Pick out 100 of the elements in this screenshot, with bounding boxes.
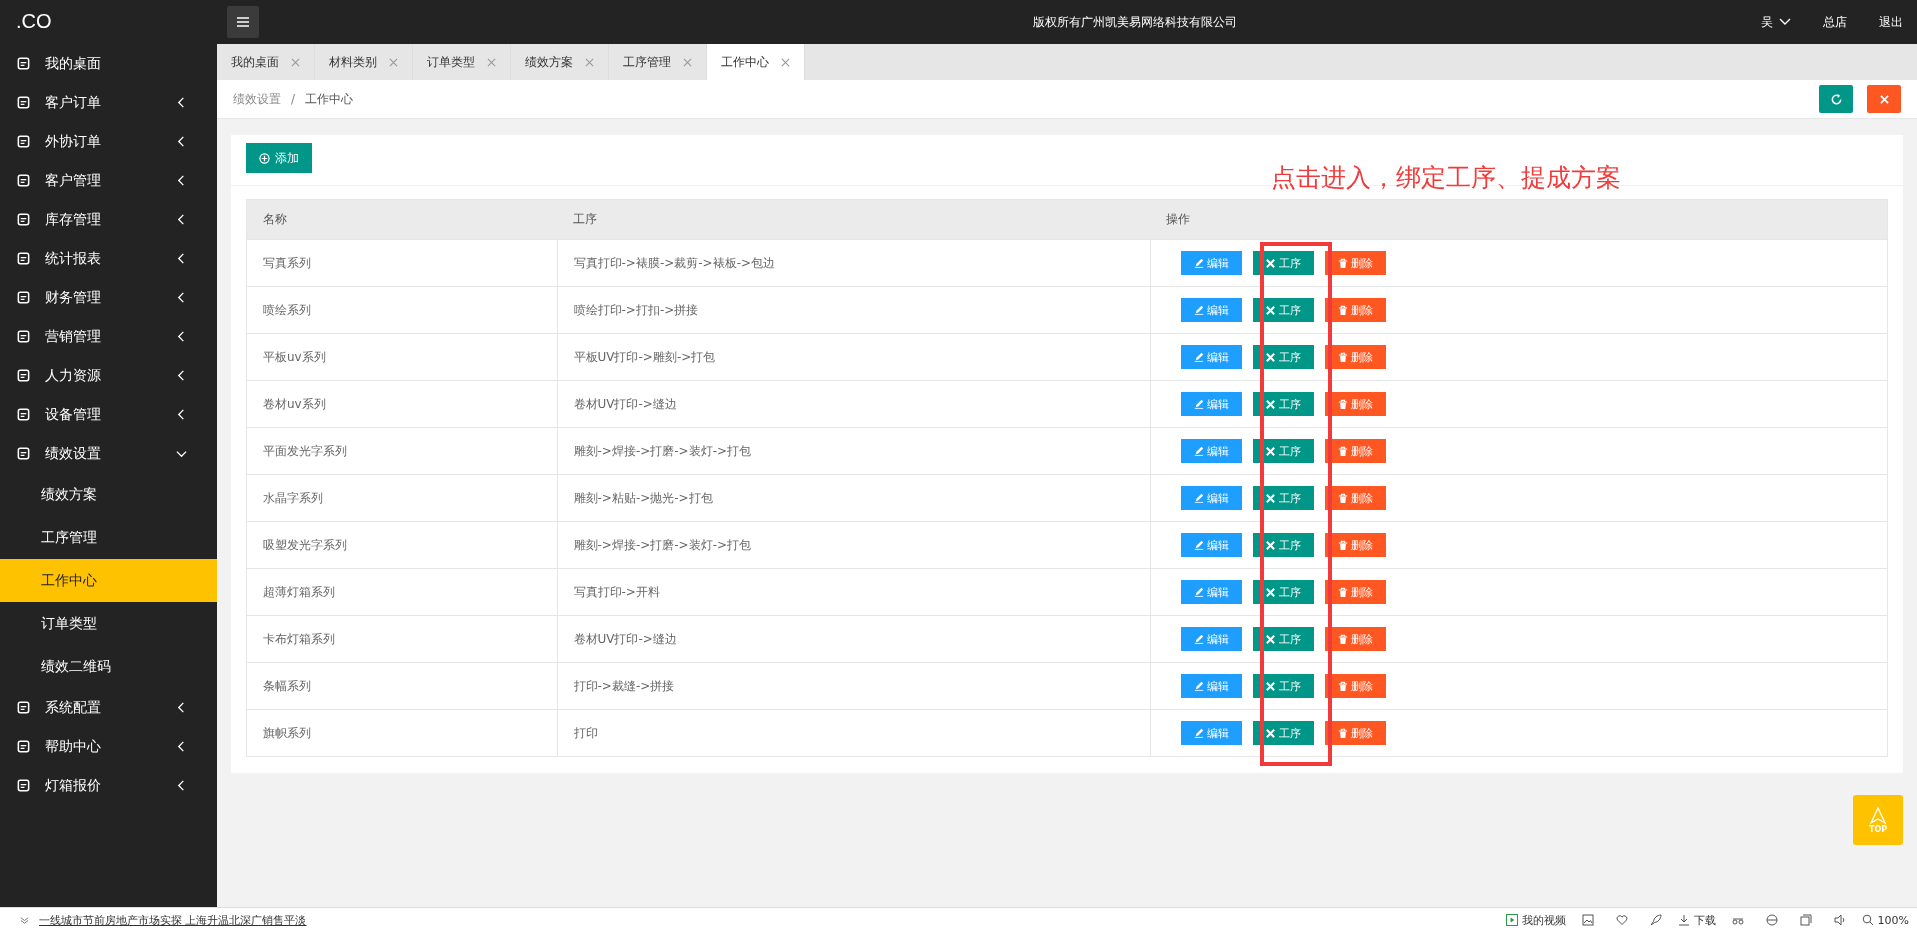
- close-icon[interactable]: [683, 57, 692, 67]
- pencil-icon: [1193, 305, 1204, 315]
- edit-button[interactable]: 编辑: [1180, 627, 1242, 651]
- close-button[interactable]: [1867, 85, 1901, 113]
- sidebar-item[interactable]: 统计报表: [0, 239, 217, 278]
- refresh-icon: [1829, 92, 1843, 106]
- menu-item-icon: [16, 778, 31, 793]
- sidebar-item[interactable]: 人力资源: [0, 356, 217, 395]
- logout-link[interactable]: 退出: [1879, 13, 1903, 31]
- breadcrumb-item: /: [291, 92, 296, 106]
- process-button[interactable]: 工序: [1252, 251, 1314, 275]
- sidebar-item[interactable]: 财务管理: [0, 278, 217, 317]
- pencil-icon: [1193, 399, 1204, 409]
- delete-button[interactable]: 删除: [1324, 251, 1386, 275]
- sidebar-item[interactable]: 外协订单: [0, 122, 217, 161]
- edit-button[interactable]: 编辑: [1180, 674, 1242, 698]
- chevron-left-icon: [176, 331, 187, 342]
- submenu-item[interactable]: 工作中心: [0, 559, 217, 602]
- edit-button[interactable]: 编辑: [1180, 392, 1242, 416]
- close-icon[interactable]: [389, 57, 398, 67]
- delete-button[interactable]: 删除: [1324, 298, 1386, 322]
- menu-item-icon: [16, 407, 31, 422]
- process-button[interactable]: 工序: [1252, 580, 1314, 604]
- process-button[interactable]: 工序: [1252, 486, 1314, 510]
- delete-button[interactable]: 删除: [1324, 439, 1386, 463]
- search-icon: [1861, 914, 1874, 926]
- menu-item-icon: [16, 446, 31, 461]
- tab[interactable]: 工作中心: [707, 44, 805, 80]
- sidebar-item[interactable]: 灯箱报价: [0, 766, 217, 805]
- edit-button[interactable]: 编辑: [1180, 298, 1242, 322]
- process-button[interactable]: 工序: [1252, 439, 1314, 463]
- annotation-text: 点击进入，绑定工序、提成方案: [1271, 162, 1621, 194]
- store-link[interactable]: 总店: [1823, 13, 1847, 31]
- edit-button[interactable]: 编辑: [1180, 439, 1242, 463]
- download-icon: [1677, 914, 1690, 926]
- pencil-icon: [1193, 540, 1204, 550]
- menu-item-icon: [16, 251, 31, 266]
- user-menu[interactable]: 吴: [1761, 13, 1791, 31]
- table-cell: 卷材UV打印->缝边: [557, 380, 1150, 428]
- delete-button[interactable]: 删除: [1324, 627, 1386, 651]
- delete-button[interactable]: 删除: [1324, 486, 1386, 510]
- delete-button[interactable]: 删除: [1324, 392, 1386, 416]
- edit-button[interactable]: 编辑: [1180, 580, 1242, 604]
- table-cell: 条幅系列: [246, 662, 557, 710]
- pencil-icon: [1193, 587, 1204, 597]
- heart-icon[interactable]: [1615, 914, 1628, 926]
- process-button[interactable]: 工序: [1252, 674, 1314, 698]
- edit-button[interactable]: 编辑: [1180, 486, 1242, 510]
- edit-button[interactable]: 编辑: [1180, 721, 1242, 745]
- edit-button[interactable]: 编辑: [1180, 533, 1242, 557]
- sidebar-item[interactable]: 库存管理: [0, 200, 217, 239]
- delete-button[interactable]: 删除: [1324, 533, 1386, 557]
- window-icon[interactable]: [1799, 914, 1812, 926]
- table-cell: 吸塑发光字系列: [246, 521, 557, 569]
- process-button[interactable]: 工序: [1252, 298, 1314, 322]
- edit-button[interactable]: 编辑: [1180, 251, 1242, 275]
- close-icon[interactable]: [487, 57, 496, 67]
- chevron-down-icon: [176, 448, 187, 459]
- chevron-left-icon: [176, 175, 187, 186]
- process-button[interactable]: 工序: [1252, 392, 1314, 416]
- zoom-control[interactable]: 100%: [1861, 913, 1909, 927]
- submenu-item[interactable]: 绩效二维码: [0, 645, 217, 688]
- sidebar-item[interactable]: 我的桌面: [0, 44, 217, 83]
- close-icon[interactable]: [585, 57, 594, 67]
- submenu-item[interactable]: 绩效方案: [0, 473, 217, 516]
- delete-button[interactable]: 删除: [1324, 580, 1386, 604]
- download-link[interactable]: 下载: [1677, 912, 1716, 928]
- add-button[interactable]: 添加: [246, 143, 312, 173]
- menu-item-icon: [16, 700, 31, 715]
- process-button[interactable]: 工序: [1252, 627, 1314, 651]
- close-icon[interactable]: [291, 57, 300, 67]
- pencil-icon: [1193, 493, 1204, 503]
- edit-button[interactable]: 编辑: [1180, 345, 1242, 369]
- delete-button[interactable]: 删除: [1324, 721, 1386, 745]
- submenu-item[interactable]: 订单类型: [0, 602, 217, 645]
- delete-button[interactable]: 删除: [1324, 345, 1386, 369]
- menu-button[interactable]: [227, 6, 259, 38]
- close-icon[interactable]: [781, 57, 790, 67]
- sidebar-item[interactable]: 营销管理: [0, 317, 217, 356]
- process-button[interactable]: 工序: [1252, 721, 1314, 745]
- menu-icon: [237, 17, 249, 27]
- sidebar-item[interactable]: 客户管理: [0, 161, 217, 200]
- speaker-icon[interactable]: [1833, 914, 1846, 926]
- sidebar-item[interactable]: 设备管理: [0, 395, 217, 434]
- video-link[interactable]: 我的视频: [1505, 912, 1566, 928]
- trash-icon: [1337, 633, 1348, 645]
- refresh-button[interactable]: [1819, 85, 1853, 113]
- process-button[interactable]: 工序: [1252, 345, 1314, 369]
- table-cell: 写真打印->裱膜->裁剪->裱板->包边: [557, 239, 1150, 287]
- process-button[interactable]: 工序: [1252, 533, 1314, 557]
- sidebar-item[interactable]: 绩效设置: [0, 434, 217, 473]
- trash-icon: [1337, 257, 1348, 269]
- submenu-item[interactable]: 工序管理: [0, 516, 217, 559]
- globe-icon[interactable]: [1765, 914, 1778, 926]
- sidebar-item[interactable]: 客户订单: [0, 83, 217, 122]
- sidebar-item[interactable]: 帮助中心: [0, 727, 217, 766]
- image-icon[interactable]: [1581, 914, 1594, 926]
- sidebar-item[interactable]: 系统配置: [0, 688, 217, 727]
- news-link[interactable]: 一线城市节前房地产市场实探 上海升温北深广销售平淡: [39, 912, 307, 928]
- delete-button[interactable]: 删除: [1324, 674, 1386, 698]
